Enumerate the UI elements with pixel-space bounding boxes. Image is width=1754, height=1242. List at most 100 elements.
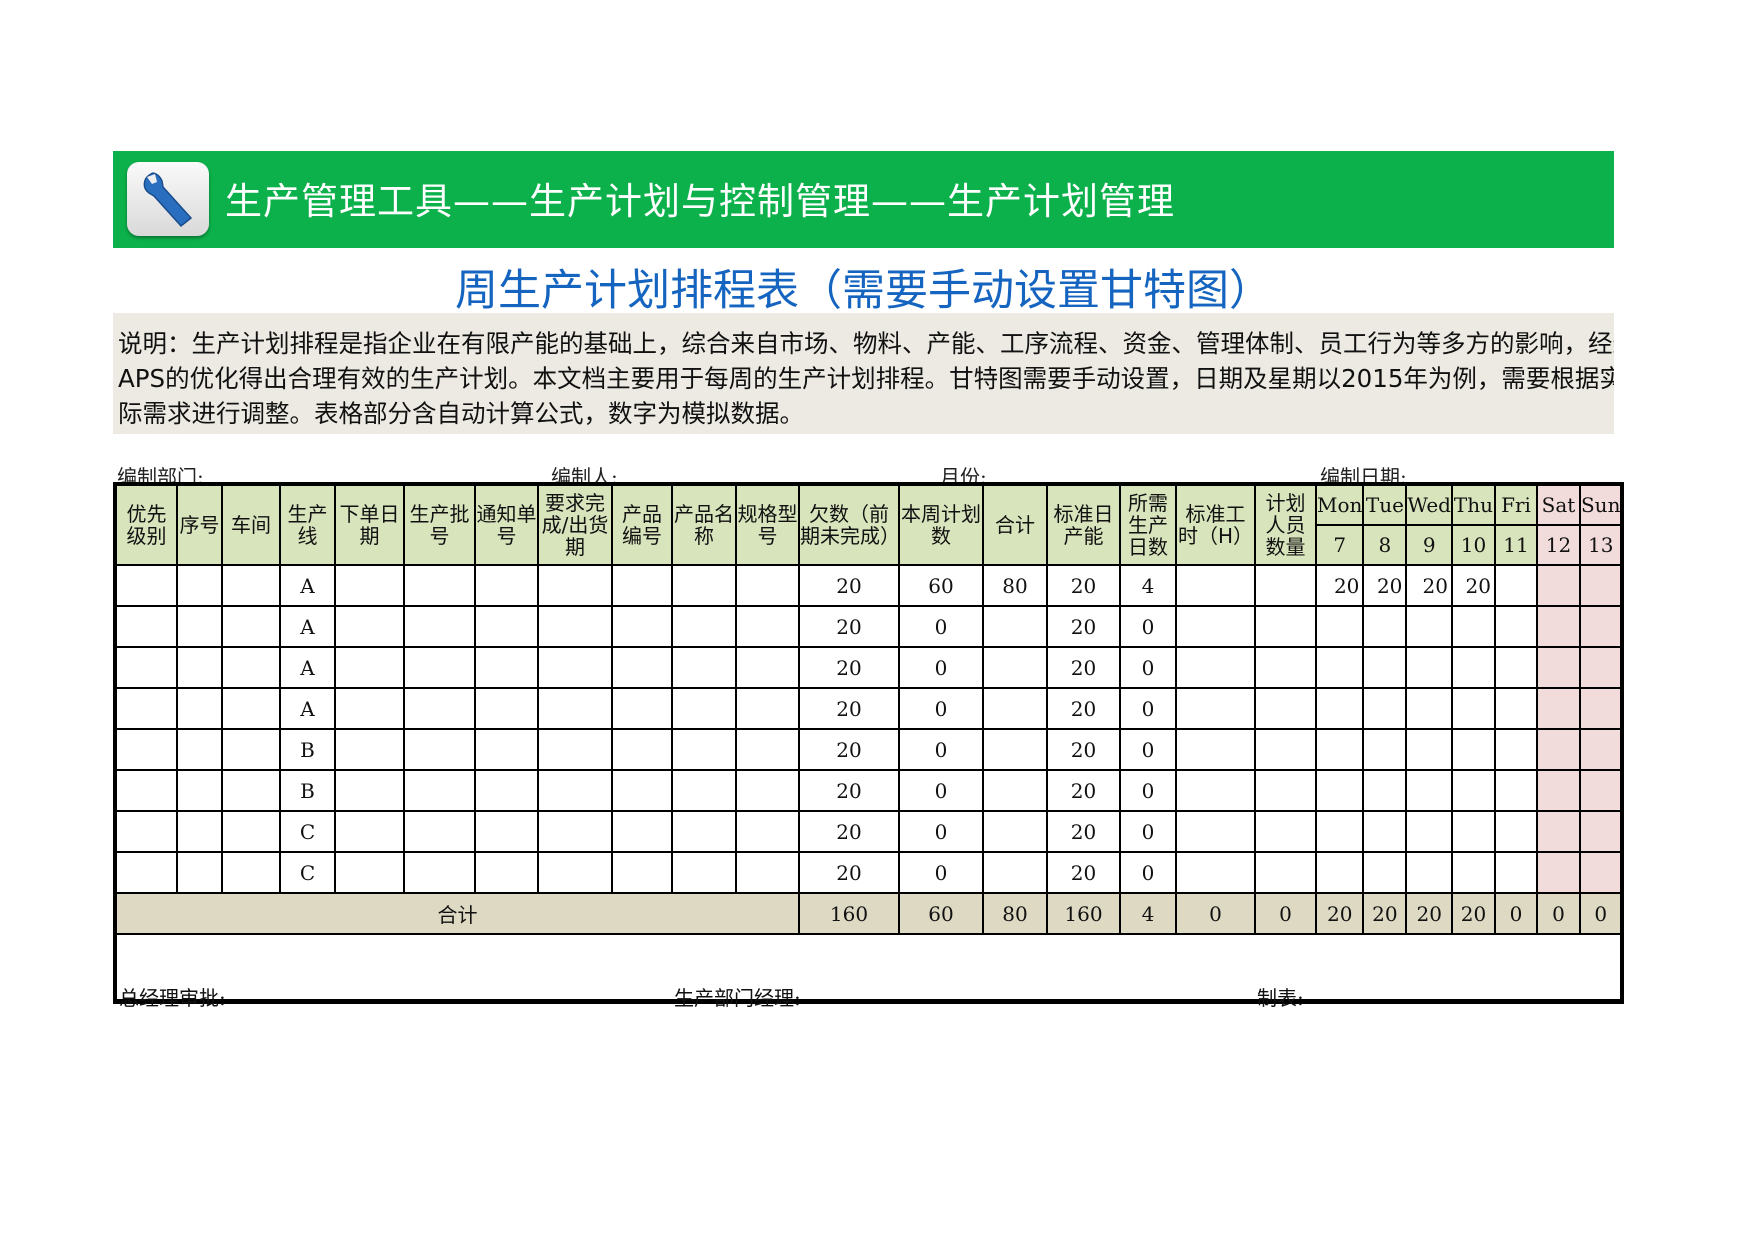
- cell-day-fri[interactable]: [1493, 851, 1538, 894]
- cell-day-tue[interactable]: [1362, 810, 1408, 853]
- cell-backlog[interactable]: 20: [798, 605, 900, 648]
- cell-order-date[interactable]: [334, 851, 405, 894]
- cell-std-hours[interactable]: [1175, 687, 1256, 730]
- cell-daily-capacity[interactable]: 20: [1046, 605, 1121, 648]
- cell-days-needed[interactable]: 0: [1119, 810, 1177, 853]
- cell-days-needed[interactable]: 0: [1119, 687, 1177, 730]
- cell-total[interactable]: [982, 851, 1048, 894]
- cell-staff[interactable]: [1254, 728, 1317, 771]
- cell-day-sun[interactable]: [1578, 605, 1624, 648]
- cell-seq[interactable]: [176, 769, 223, 812]
- cell-std-hours[interactable]: [1175, 564, 1256, 607]
- cell-daily-capacity[interactable]: 20: [1046, 769, 1121, 812]
- cell-workshop[interactable]: [221, 564, 281, 607]
- cell-day-fri[interactable]: [1493, 564, 1538, 607]
- cell-day-sat[interactable]: [1535, 769, 1581, 812]
- cell-day-thu[interactable]: [1450, 646, 1496, 689]
- cell-std-hours[interactable]: [1175, 605, 1256, 648]
- cell-batch[interactable]: [403, 564, 476, 607]
- cell-days-needed[interactable]: 4: [1119, 564, 1177, 607]
- cell-spec[interactable]: [735, 728, 800, 771]
- cell-product-no[interactable]: [611, 810, 673, 853]
- cell-day-mon[interactable]: 20: [1314, 564, 1365, 607]
- cell-total[interactable]: [982, 728, 1048, 771]
- cell-seq[interactable]: [176, 564, 223, 607]
- cell-total[interactable]: [982, 810, 1048, 853]
- cell-total[interactable]: [982, 769, 1048, 812]
- cell-seq[interactable]: [176, 646, 223, 689]
- cell-priority[interactable]: [114, 646, 178, 689]
- cell-workshop[interactable]: [221, 851, 281, 894]
- cell-line[interactable]: A: [279, 605, 336, 648]
- cell-workshop[interactable]: [221, 605, 281, 648]
- cell-day-sat[interactable]: [1535, 564, 1581, 607]
- cell-day-sun[interactable]: [1578, 769, 1624, 812]
- cell-notice[interactable]: [474, 564, 539, 607]
- cell-day-tue[interactable]: [1362, 851, 1408, 894]
- cell-days-needed[interactable]: 0: [1119, 769, 1177, 812]
- cell-product-name[interactable]: [671, 564, 737, 607]
- cell-product-name[interactable]: [671, 605, 737, 648]
- cell-seq[interactable]: [176, 687, 223, 730]
- cell-day-fri[interactable]: [1493, 810, 1538, 853]
- cell-day-sat[interactable]: [1535, 605, 1581, 648]
- cell-day-tue[interactable]: [1362, 769, 1408, 812]
- cell-batch[interactable]: [403, 851, 476, 894]
- cell-day-sat[interactable]: [1535, 851, 1581, 894]
- cell-seq[interactable]: [176, 851, 223, 894]
- cell-days-needed[interactable]: 0: [1119, 851, 1177, 894]
- cell-total[interactable]: [982, 605, 1048, 648]
- cell-product-name[interactable]: [671, 810, 737, 853]
- cell-day-sat[interactable]: [1535, 646, 1581, 689]
- cell-daily-capacity[interactable]: 20: [1046, 646, 1121, 689]
- cell-batch[interactable]: [403, 605, 476, 648]
- cell-day-thu[interactable]: [1450, 605, 1496, 648]
- cell-workshop[interactable]: [221, 728, 281, 771]
- cell-line[interactable]: B: [279, 769, 336, 812]
- cell-product-name[interactable]: [671, 851, 737, 894]
- cell-batch[interactable]: [403, 687, 476, 730]
- cell-line[interactable]: B: [279, 728, 336, 771]
- cell-workshop[interactable]: [221, 810, 281, 853]
- cell-product-name[interactable]: [671, 687, 737, 730]
- cell-day-fri[interactable]: [1493, 769, 1538, 812]
- cell-product-no[interactable]: [611, 605, 673, 648]
- cell-daily-capacity[interactable]: 20: [1046, 851, 1121, 894]
- cell-order-date[interactable]: [334, 810, 405, 853]
- cell-staff[interactable]: [1254, 769, 1317, 812]
- cell-priority[interactable]: [114, 687, 178, 730]
- cell-day-sat[interactable]: [1535, 810, 1581, 853]
- cell-staff[interactable]: [1254, 810, 1317, 853]
- cell-week-plan[interactable]: 0: [898, 687, 984, 730]
- cell-priority[interactable]: [114, 769, 178, 812]
- cell-day-fri[interactable]: [1493, 728, 1538, 771]
- cell-day-mon[interactable]: [1314, 646, 1365, 689]
- cell-spec[interactable]: [735, 810, 800, 853]
- cell-product-no[interactable]: [611, 564, 673, 607]
- cell-day-sat[interactable]: [1535, 687, 1581, 730]
- cell-notice[interactable]: [474, 728, 539, 771]
- cell-product-name[interactable]: [671, 769, 737, 812]
- cell-batch[interactable]: [403, 769, 476, 812]
- cell-day-mon[interactable]: [1314, 769, 1365, 812]
- cell-day-mon[interactable]: [1314, 728, 1365, 771]
- cell-day-thu[interactable]: 20: [1450, 564, 1496, 607]
- cell-due[interactable]: [537, 687, 613, 730]
- cell-day-wed[interactable]: [1405, 687, 1453, 730]
- cell-total[interactable]: 80: [982, 564, 1048, 607]
- cell-day-wed[interactable]: 20: [1405, 564, 1453, 607]
- cell-order-date[interactable]: [334, 564, 405, 607]
- cell-order-date[interactable]: [334, 687, 405, 730]
- cell-day-sun[interactable]: [1578, 728, 1624, 771]
- cell-day-wed[interactable]: [1405, 728, 1453, 771]
- cell-workshop[interactable]: [221, 687, 281, 730]
- cell-day-thu[interactable]: [1450, 851, 1496, 894]
- cell-workshop[interactable]: [221, 646, 281, 689]
- cell-product-name[interactable]: [671, 728, 737, 771]
- cell-staff[interactable]: [1254, 646, 1317, 689]
- cell-spec[interactable]: [735, 646, 800, 689]
- cell-priority[interactable]: [114, 605, 178, 648]
- cell-day-mon[interactable]: [1314, 810, 1365, 853]
- cell-product-no[interactable]: [611, 769, 673, 812]
- cell-days-needed[interactable]: 0: [1119, 646, 1177, 689]
